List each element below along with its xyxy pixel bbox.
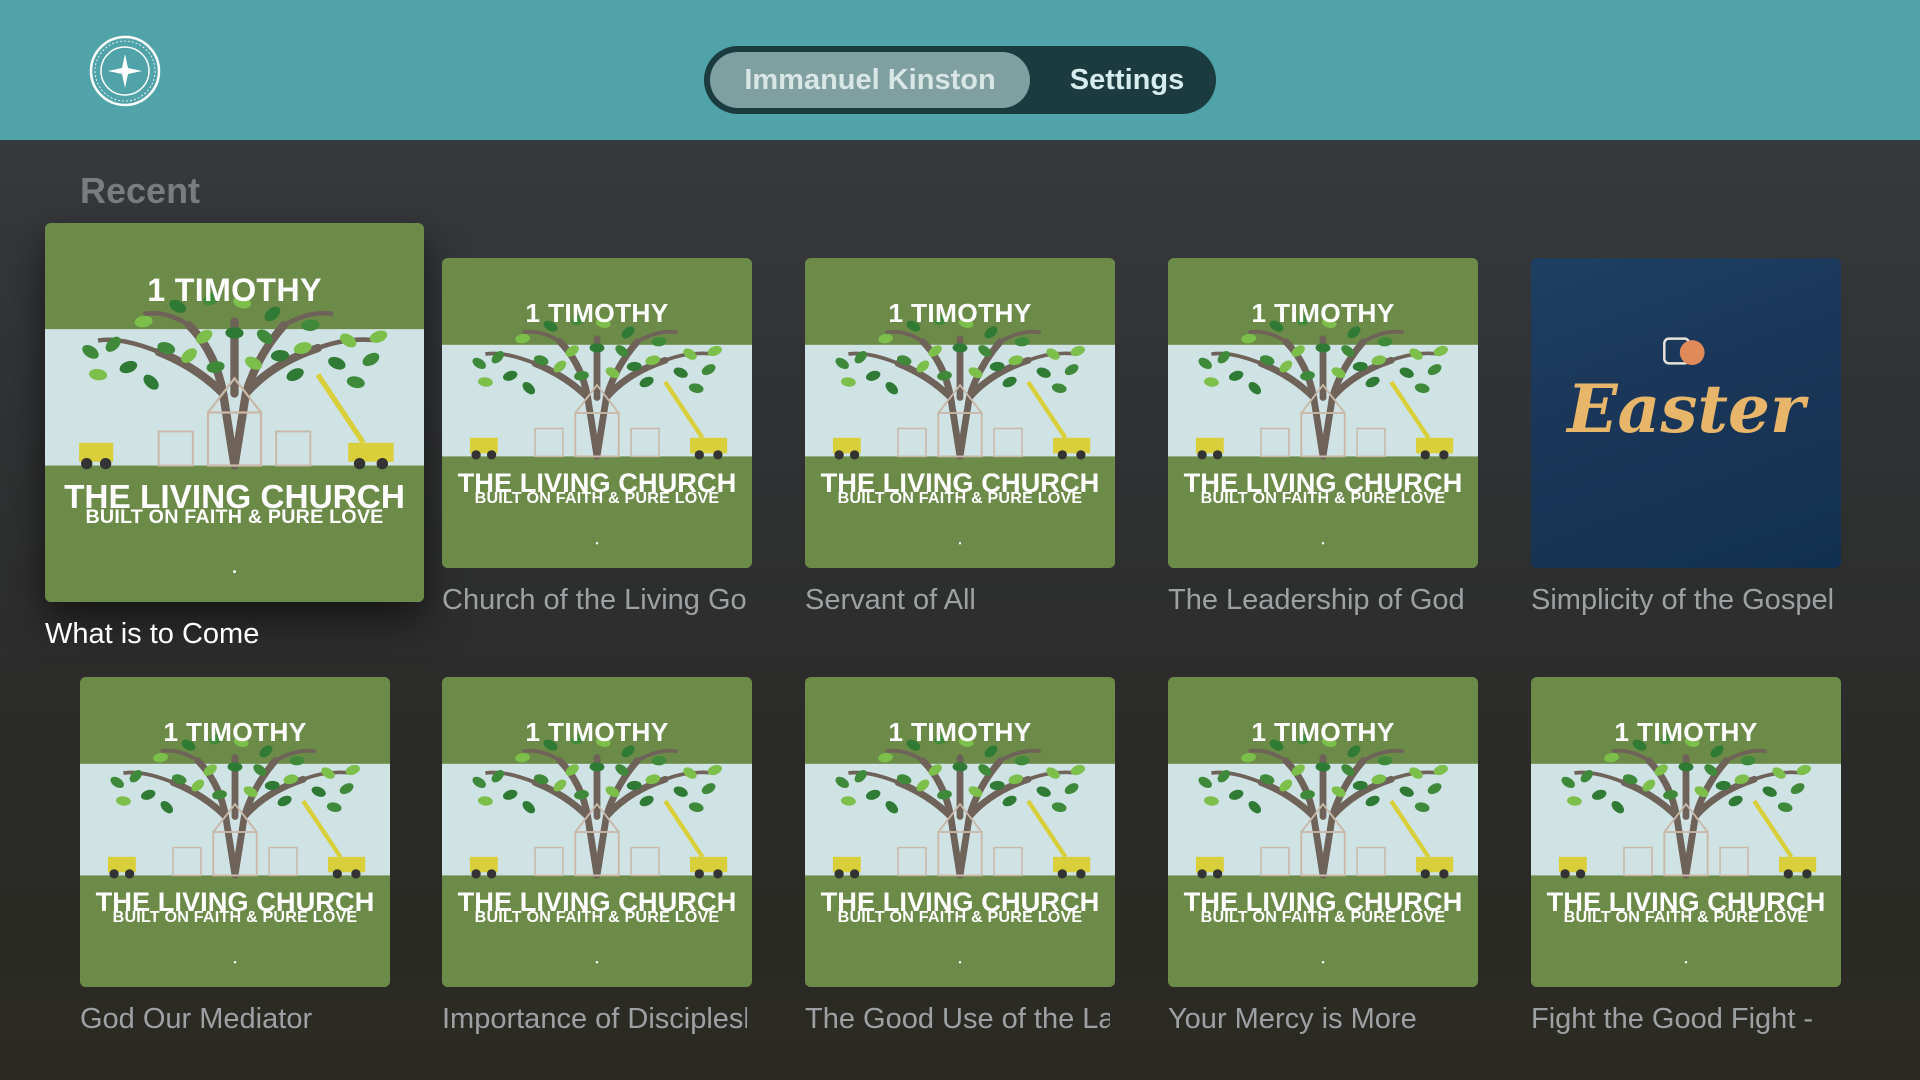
- sermon-artwork: Easter: [1531, 258, 1841, 568]
- sermon-tile[interactable]: 1 TIMOTHY THE LIVING CHURCH BUILT ON FAITH…: [45, 223, 424, 602]
- sermon-tile[interactable]: Easter: [1531, 258, 1841, 568]
- tab-settings[interactable]: Settings: [1044, 52, 1210, 108]
- sermon-title: The Leadership of God: [1168, 584, 1465, 616]
- sermon-tile[interactable]: 1 TIMOTHY THE LIVING CHURCH BUILT ON FAITH…: [1168, 677, 1478, 987]
- sermon-tile[interactable]: 1 TIMOTHY THE LIVING CHURCH BUILT ON FAITH…: [1168, 258, 1478, 568]
- top-bar: Immanuel Kinston Settings: [0, 0, 1920, 140]
- church-logo-icon: [88, 34, 162, 108]
- sermon-tile[interactable]: 1 TIMOTHY THE LIVING CHURCH BUILT ON FAITH…: [1531, 677, 1841, 987]
- sermon-artwork: 1 TIMOTHY THE LIVING CHURCH BUILT ON FAITH…: [1168, 677, 1478, 987]
- top-navigation: Immanuel Kinston Settings: [704, 46, 1216, 114]
- cover-subtitle: BUILT ON FAITH & PURE LOVE: [1563, 908, 1809, 927]
- cover-subtitle: BUILT ON FAITH & PURE LOVE: [837, 489, 1083, 508]
- cover-series-label: 1 TIMOTHY: [525, 298, 669, 329]
- cover-series-label: 1 TIMOTHY: [888, 717, 1032, 748]
- cover-subtitle: BUILT ON FAITH & PURE LOVE: [1200, 908, 1446, 927]
- sermon-artwork: 1 TIMOTHY THE LIVING CHURCH BUILT ON FAITH…: [80, 677, 390, 987]
- cover-subtitle: BUILT ON FAITH & PURE LOVE: [474, 908, 720, 927]
- cover-series-label: 1 TIMOTHY: [147, 272, 322, 309]
- sermon-title: What is to Come: [45, 618, 260, 650]
- cover-subtitle: BUILT ON FAITH & PURE LOVE: [474, 489, 720, 508]
- cover-subtitle: BUILT ON FAITH & PURE LOVE: [85, 505, 384, 528]
- sermon-tile[interactable]: 1 TIMOTHY THE LIVING CHURCH BUILT ON FAITH…: [805, 677, 1115, 987]
- sermon-title: Your Mercy is More: [1168, 1003, 1417, 1035]
- sermon-tile[interactable]: 1 TIMOTHY THE LIVING CHURCH BUILT ON FAITH…: [80, 677, 390, 987]
- sermon-tile[interactable]: 1 TIMOTHY THE LIVING CHURCH BUILT ON FAITH…: [442, 258, 752, 568]
- sermon-title: God Our Mediator: [80, 1003, 313, 1035]
- cover-series-label: 1 TIMOTHY: [1251, 717, 1395, 748]
- cover-subtitle: BUILT ON FAITH & PURE LOVE: [837, 908, 1083, 927]
- sermon-tile[interactable]: 1 TIMOTHY THE LIVING CHURCH BUILT ON FAITH…: [805, 258, 1115, 568]
- cover-series-label: 1 TIMOTHY: [1251, 298, 1395, 329]
- section-title: Recent: [80, 170, 201, 211]
- cover-series-label: 1 TIMOTHY: [525, 717, 669, 748]
- sermon-tile[interactable]: 1 TIMOTHY THE LIVING CHURCH BUILT ON FAITH…: [442, 677, 752, 987]
- sermon-title: Church of the Living God: [442, 584, 747, 616]
- sermon-artwork: 1 TIMOTHY THE LIVING CHURCH BUILT ON FAITH…: [1168, 258, 1478, 568]
- sermon-title: Fight the Good Fight -: [1531, 1003, 1814, 1035]
- sermon-artwork: 1 TIMOTHY THE LIVING CHURCH BUILT ON FAITH…: [442, 258, 752, 568]
- sermon-artwork: 1 TIMOTHY THE LIVING CHURCH BUILT ON FAITH…: [1531, 677, 1841, 987]
- cover-series-label: 1 TIMOTHY: [163, 717, 307, 748]
- sermon-artwork: 1 TIMOTHY THE LIVING CHURCH BUILT ON FAITH…: [805, 677, 1115, 987]
- sermon-artwork: 1 TIMOTHY THE LIVING CHURCH BUILT ON FAITH…: [805, 258, 1115, 568]
- sermon-title: Simplicity of the Gospel: [1531, 584, 1835, 616]
- sermon-artwork: 1 TIMOTHY THE LIVING CHURCH BUILT ON FAITH…: [442, 677, 752, 987]
- sermon-title: Importance of Discipleship: [442, 1003, 747, 1035]
- sermon-title: Servant of All: [805, 584, 976, 616]
- easter-cover-text: Easter: [1567, 369, 1805, 448]
- cover-series-label: 1 TIMOTHY: [1614, 717, 1758, 748]
- sermon-title: The Good Use of the Law: [805, 1003, 1110, 1035]
- tab-immanuel-kinston[interactable]: Immanuel Kinston: [710, 52, 1030, 108]
- sermon-artwork: 1 TIMOTHY THE LIVING CHURCH BUILT ON FAITH…: [45, 223, 424, 602]
- cover-subtitle: BUILT ON FAITH & PURE LOVE: [112, 908, 358, 927]
- cover-subtitle: BUILT ON FAITH & PURE LOVE: [1200, 489, 1446, 508]
- cover-series-label: 1 TIMOTHY: [888, 298, 1032, 329]
